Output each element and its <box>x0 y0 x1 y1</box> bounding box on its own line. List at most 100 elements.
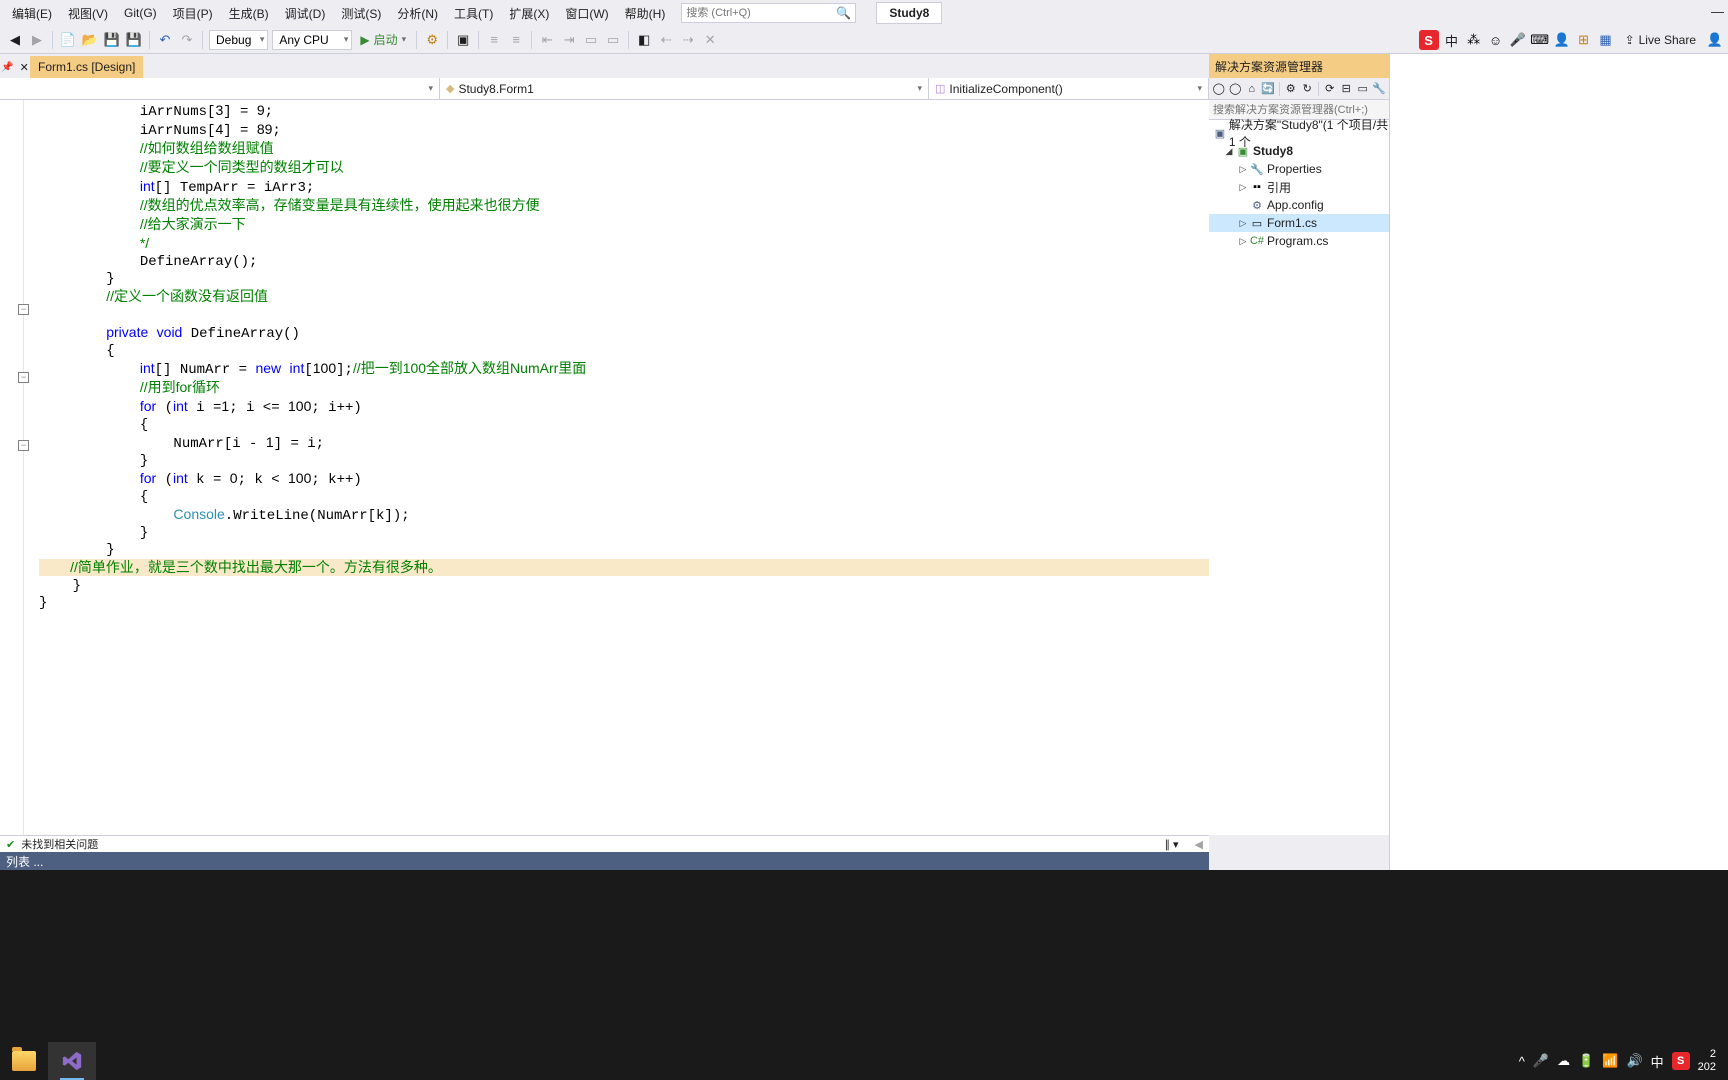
account-icon[interactable]: 👤 <box>1706 31 1724 49</box>
properties-icon[interactable]: 🔧 <box>1371 81 1387 97</box>
fold-button[interactable]: − <box>18 372 29 383</box>
menu-debug[interactable]: 调试(D) <box>277 1 334 26</box>
issues-dd[interactable]: ∥ ▾ <box>1164 838 1178 851</box>
back-icon[interactable]: ◯ <box>1211 81 1227 97</box>
wifi-icon[interactable]: 📶 <box>1602 1053 1618 1069</box>
skin-icon[interactable]: ▦ <box>1597 31 1615 49</box>
code-body[interactable]: iArrNums[3] = 9; iArrNums[4] = 89; //如何数… <box>31 100 1209 835</box>
tool-icon[interactable]: ▭ <box>1355 81 1371 97</box>
tool-icon[interactable]: ⚙ <box>1283 81 1299 97</box>
tree-solution-root[interactable]: ▣ 解决方案"Study8"(1 个项目/共 1 个 <box>1209 124 1389 142</box>
mic-icon[interactable]: 🎤 <box>1509 31 1527 49</box>
expander-icon[interactable]: ▷ <box>1237 236 1249 247</box>
redo-button[interactable]: ↷ <box>177 30 197 50</box>
menu-edit[interactable]: 编辑(E) <box>4 1 60 26</box>
menu-git[interactable]: Git(G) <box>116 2 165 24</box>
nav-back[interactable]: ◀ <box>1195 838 1203 851</box>
mic-icon[interactable]: 🎤 <box>1533 1053 1549 1069</box>
tree-item-program[interactable]: ▷ C# Program.cs <box>1209 232 1389 250</box>
tree-item-references[interactable]: ▷ ▪▪ 引用 <box>1209 178 1389 196</box>
tool-btn[interactable]: ⚙ <box>422 30 442 50</box>
search-icon: 🔍 <box>836 6 851 20</box>
menu-tools[interactable]: 工具(T) <box>446 1 501 26</box>
live-share-button[interactable]: ⇪ Live Share <box>1619 33 1702 47</box>
menu-test[interactable]: 测试(S) <box>333 1 389 26</box>
indent-increase-button[interactable]: ≡ <box>506 30 526 50</box>
expander-icon[interactable]: ▷ <box>1237 164 1249 175</box>
grid-icon[interactable]: ⊞ <box>1575 31 1593 49</box>
tab-pinned[interactable]: 📌 ✕ <box>0 56 30 78</box>
back-button[interactable]: ◀ <box>5 30 25 50</box>
member-dropdown[interactable]: ◫InitializeComponent() <box>929 78 1209 99</box>
menu-analyze[interactable]: 分析(N) <box>389 1 446 26</box>
tool-btn[interactable]: ⇤ <box>537 30 557 50</box>
open-button[interactable]: 📂 <box>80 30 100 50</box>
start-button[interactable]: ▶ 启动 ▾ <box>354 30 412 50</box>
undo-button[interactable]: ↶ <box>155 30 175 50</box>
taskbar-explorer[interactable] <box>0 1042 48 1080</box>
indent-decrease-button[interactable]: ≡ <box>484 30 504 50</box>
search-box[interactable]: 🔍 <box>681 3 856 23</box>
tray-up-icon[interactable]: ^ <box>1519 1054 1525 1069</box>
bookmark-button[interactable]: ◧ <box>634 30 654 50</box>
menu-view[interactable]: 视图(V) <box>60 1 116 26</box>
tool-btn[interactable]: ✕ <box>700 30 720 50</box>
menu-window[interactable]: 窗口(W) <box>557 1 616 26</box>
tab-form1-design[interactable]: Form1.cs [Design] <box>30 56 143 78</box>
tool-btn[interactable]: ⇥ <box>559 30 579 50</box>
volume-icon[interactable]: 🔊 <box>1626 1053 1642 1069</box>
search-input[interactable] <box>686 7 836 19</box>
tool-btn[interactable]: ▭ <box>603 30 623 50</box>
tray-clock[interactable]: 2202 <box>1698 1048 1716 1074</box>
taskbar-visualstudio[interactable] <box>48 1042 96 1080</box>
save-all-button[interactable]: 💾 <box>124 30 144 50</box>
menu-build[interactable]: 生成(B) <box>221 1 277 26</box>
minimize-button[interactable]: — <box>1711 4 1724 19</box>
menu-project[interactable]: 项目(P) <box>165 1 221 26</box>
fwd-icon[interactable]: ◯ <box>1228 81 1244 97</box>
onedrive-icon[interactable]: ☁ <box>1557 1053 1570 1069</box>
tool-btn[interactable]: ⇠ <box>656 30 676 50</box>
expander-icon[interactable]: ◢ <box>1223 146 1235 157</box>
ime-tray[interactable]: 中 <box>1651 1052 1664 1071</box>
tool-icon[interactable]: ↻ <box>1299 81 1315 97</box>
tool-btn[interactable]: ▣ <box>453 30 473 50</box>
solution-name[interactable]: Study8 <box>876 2 942 24</box>
tree-item-properties[interactable]: ▷ 🔧 Properties <box>1209 160 1389 178</box>
ime-icon[interactable]: ⁂ <box>1465 31 1483 49</box>
solution-config-dropdown[interactable]: Debug <box>209 30 268 50</box>
menu-extensions[interactable]: 扩展(X) <box>501 1 557 26</box>
sync-icon[interactable]: 🔄 <box>1261 81 1277 97</box>
refresh-icon[interactable]: ⟳ <box>1322 81 1338 97</box>
tool-btn[interactable]: ⇢ <box>678 30 698 50</box>
login-icon[interactable]: 👤 <box>1553 31 1571 49</box>
home-icon[interactable]: ⌂ <box>1244 81 1260 97</box>
menu-help[interactable]: 帮助(H) <box>617 1 674 26</box>
fold-button[interactable]: − <box>18 304 29 315</box>
forward-button[interactable]: ▶ <box>27 30 47 50</box>
close-icon[interactable]: ✕ <box>20 61 29 74</box>
expander-icon[interactable]: ▷ <box>1237 182 1249 193</box>
emoji-icon[interactable]: ☺ <box>1487 31 1505 49</box>
collapse-icon[interactable]: ⊟ <box>1338 81 1354 97</box>
class-dropdown[interactable]: ◆Study8.Form1 <box>440 78 929 99</box>
ime-label[interactable]: 中 <box>1443 31 1461 49</box>
project-dropdown[interactable] <box>0 78 440 99</box>
tool-btn[interactable]: ▭ <box>581 30 601 50</box>
fold-button[interactable]: − <box>18 440 29 451</box>
solution-search-input[interactable] <box>1213 104 1385 116</box>
method-icon: ◫ <box>935 82 945 95</box>
expander-icon[interactable]: ▷ <box>1237 218 1249 229</box>
cs-file-icon: C# <box>1249 235 1265 247</box>
battery-icon[interactable]: 🔋 <box>1578 1053 1594 1069</box>
tree-item-form1[interactable]: ▷ ▭ Form1.cs <box>1209 214 1389 232</box>
platform-dropdown[interactable]: Any CPU <box>272 30 352 50</box>
sogou-tray-icon[interactable]: S <box>1672 1052 1690 1070</box>
error-list-panel[interactable]: 列表 ... <box>0 852 1209 870</box>
sogou-icon[interactable]: S <box>1419 30 1439 50</box>
tree-item-appconfig[interactable]: ⚙ App.config <box>1209 196 1389 214</box>
new-button[interactable]: 📄 <box>58 30 78 50</box>
save-button[interactable]: 💾 <box>102 30 122 50</box>
wrench-icon: 🔧 <box>1249 163 1265 176</box>
keyboard-icon[interactable]: ⌨ <box>1531 31 1549 49</box>
